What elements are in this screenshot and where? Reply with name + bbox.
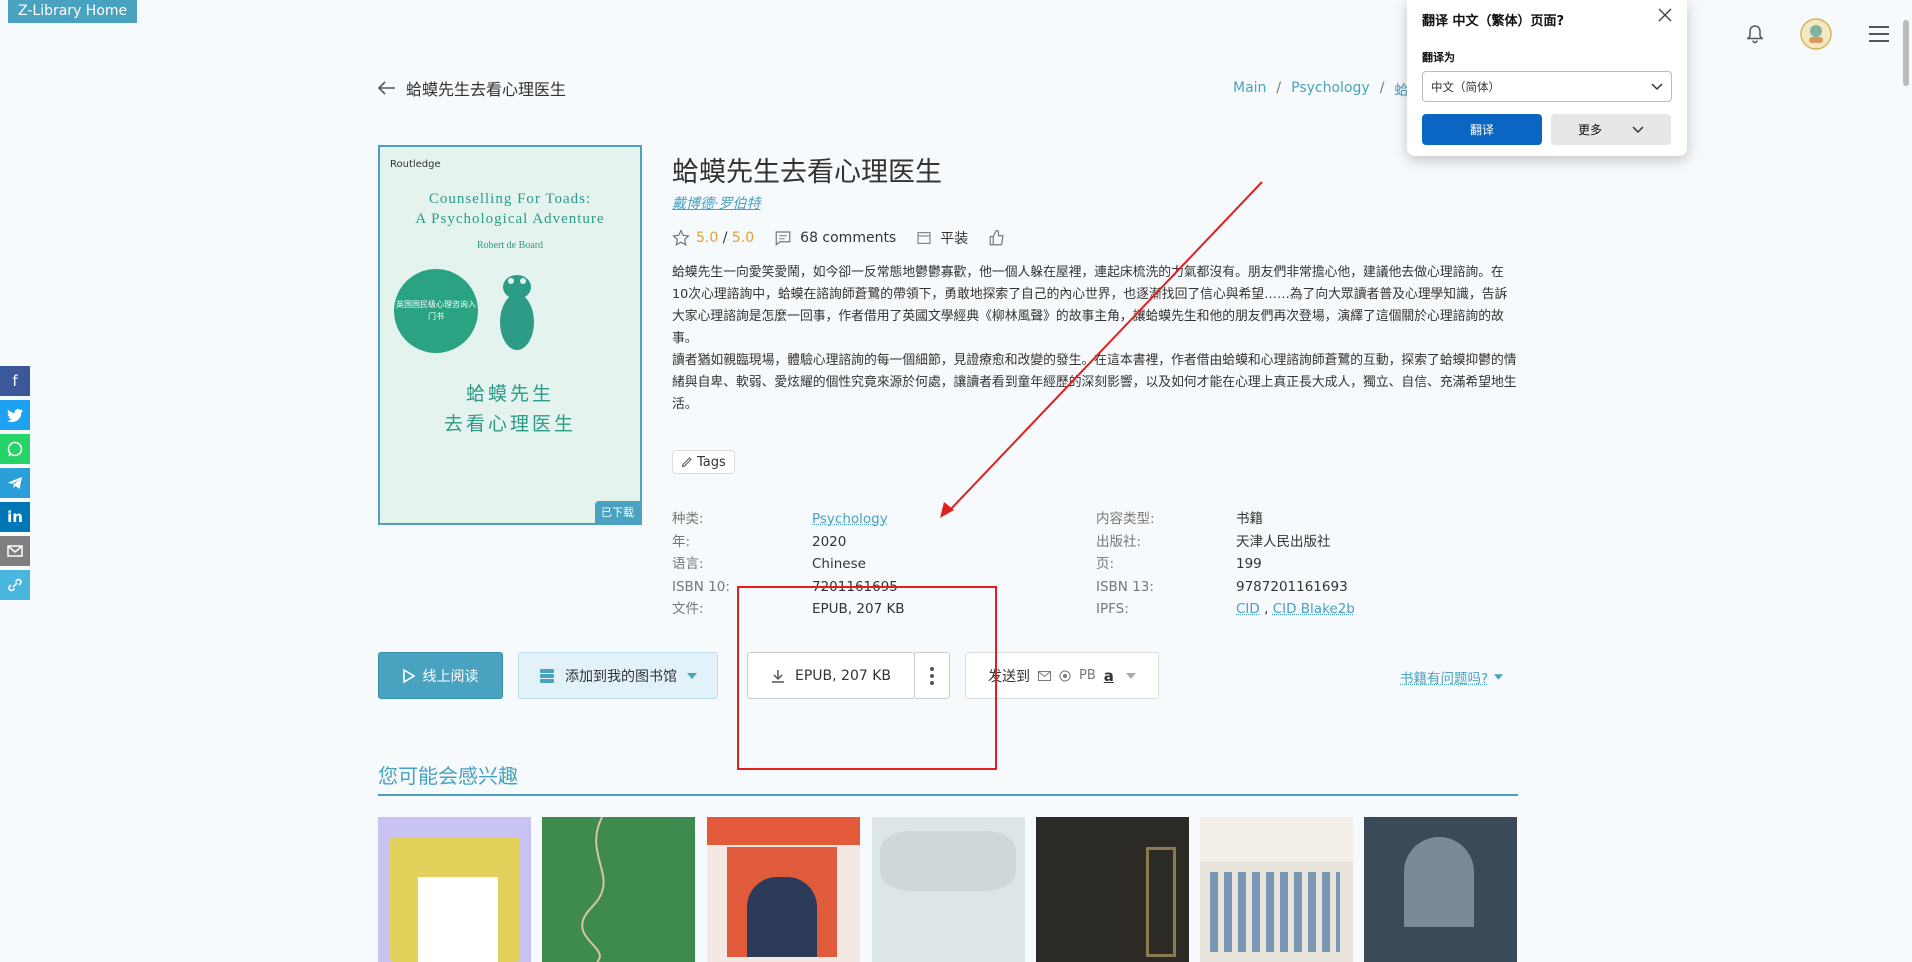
- translate-to-label: 翻译为: [1422, 51, 1455, 64]
- annotation-arrow-line: [949, 181, 1263, 511]
- more-options-label: 更多: [1577, 123, 1602, 137]
- translate-popup: 翻译 中文（繁体）页面? 翻译为 中文（简体） 翻译 更多: [1407, 0, 1687, 156]
- translate-button[interactable]: 翻译: [1422, 114, 1542, 145]
- chevron-down-icon: [1651, 82, 1663, 91]
- target-language-value: 中文（简体）: [1431, 79, 1500, 94]
- page-scrollbar[interactable]: [1903, 20, 1909, 86]
- chevron-down-icon: [1632, 125, 1644, 134]
- annotation-arrow-head: [940, 502, 954, 518]
- target-language-select[interactable]: 中文（简体）: [1422, 71, 1672, 102]
- more-options-button[interactable]: 更多: [1551, 114, 1671, 145]
- annotation-rectangle: [737, 586, 997, 770]
- translate-popup-title: 翻译 中文（繁体）页面?: [1422, 14, 1565, 29]
- close-icon[interactable]: [1658, 8, 1672, 22]
